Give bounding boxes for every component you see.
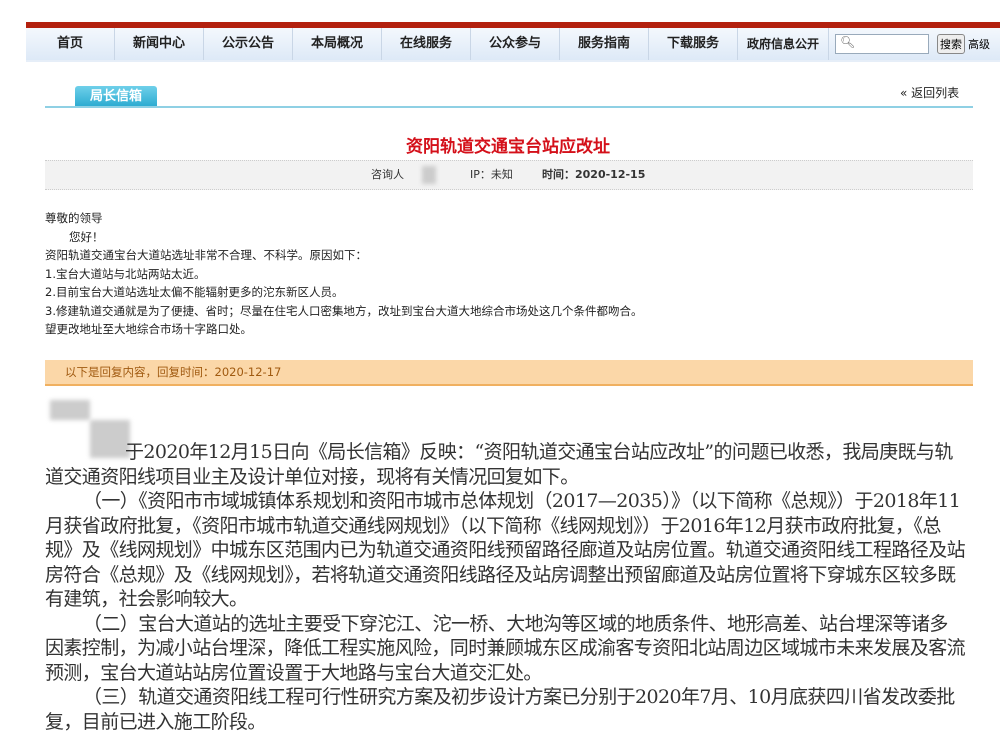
search-icon: 🔍︎ xyxy=(840,35,856,49)
letter-line: 资阳轨道交通宝台大道站选址非常不合理、不科学。原因如下： xyxy=(45,248,367,262)
back-label: 返回列表 xyxy=(911,86,960,100)
letter-body: 尊敬的领导 您好！ 资阳轨道交通宝台大道站选址非常不合理、不科学。原因如下： 1… xyxy=(45,209,642,339)
reply-paragraph: （三）轨道交通资阳线工程可行性研究方案及初步设计方案已分别于2020年7月、10… xyxy=(45,686,955,733)
search-input[interactable]: 🔍︎ xyxy=(835,34,929,54)
letter-line: 尊敬的领导 xyxy=(45,211,103,225)
nav-news[interactable]: 新闻中心 xyxy=(115,28,204,60)
letter-line: 3.修建轨道交通就是为了便捷、省时；尽量在住宅人口密集地方，改址到宝台大道大地综… xyxy=(45,303,643,318)
letter-time: 时间：2020-12-15 xyxy=(542,168,646,181)
reply-body: 于2020年12月15日向《局长信箱》反映：“资阳轨道交通宝台站应改址”的问题已… xyxy=(45,440,966,734)
letter-line: 2.目前宝台大道站选址太偏不能辐射更多的沱东新区人员。 xyxy=(45,285,344,299)
reply-paragraph: 于2020年12月15日向《局长信箱》反映：“资阳轨道交通宝台站应改址”的问题已… xyxy=(45,441,953,488)
nav-gov-info[interactable]: 政府信息公开 xyxy=(738,28,829,60)
nav-online-service[interactable]: 在线服务 xyxy=(382,28,471,60)
asker-name-redacted xyxy=(422,166,436,184)
nav-notices[interactable]: 公示公告 xyxy=(204,28,293,60)
reply-paragraph: （二）宝台大道站的选址主要受下穿沱江、沱一桥、大地沟等区域的地质条件、地形高差、… xyxy=(45,612,966,684)
ip-text: IP：未知 xyxy=(470,168,513,181)
letter-line: 您好！ xyxy=(69,229,104,244)
letter-info-bar: 咨询人 IP：未知 时间：2020-12-15 xyxy=(45,160,973,190)
back-to-list-link[interactable]: « 返回列表 xyxy=(900,84,959,101)
main-nav: 首页 新闻中心 公示公告 本局概况 在线服务 公众参与 服务指南 下载服务 政府… xyxy=(26,28,1000,62)
nav-about[interactable]: 本局概况 xyxy=(293,28,382,60)
reply-paragraph: （一）《资阳市市域城镇体系规划和资阳市城市总体规划（2017—2035）》（以下… xyxy=(45,490,966,610)
redacted-name xyxy=(50,400,90,420)
letter-line: 1.宝台大道站与北站两站太近。 xyxy=(45,266,206,281)
nav-guide[interactable]: 服务指南 xyxy=(560,28,649,60)
advanced-search-link[interactable]: 高级 xyxy=(968,36,990,52)
reply-header-text: 以下是回复内容，回复时间：2020-12-17 xyxy=(65,365,282,379)
double-chevron-left-icon: « xyxy=(900,86,912,100)
nav-participation[interactable]: 公众参与 xyxy=(471,28,560,60)
letter-line: 望更改地址至大地综合市场十字路口处。 xyxy=(45,322,252,336)
tab-divider xyxy=(45,106,973,108)
reply-header: 以下是回复内容，回复时间：2020-12-17 xyxy=(45,360,973,386)
letter-title: 资阳轨道交通宝台站应改址 xyxy=(406,137,610,157)
asker-label: 咨询人 xyxy=(371,168,404,181)
nav-home[interactable]: 首页 xyxy=(26,28,115,60)
search-button[interactable]: 搜索 xyxy=(937,34,965,54)
nav-download[interactable]: 下载服务 xyxy=(649,28,738,60)
tab-mailbox[interactable]: 局长信箱 xyxy=(75,86,157,107)
